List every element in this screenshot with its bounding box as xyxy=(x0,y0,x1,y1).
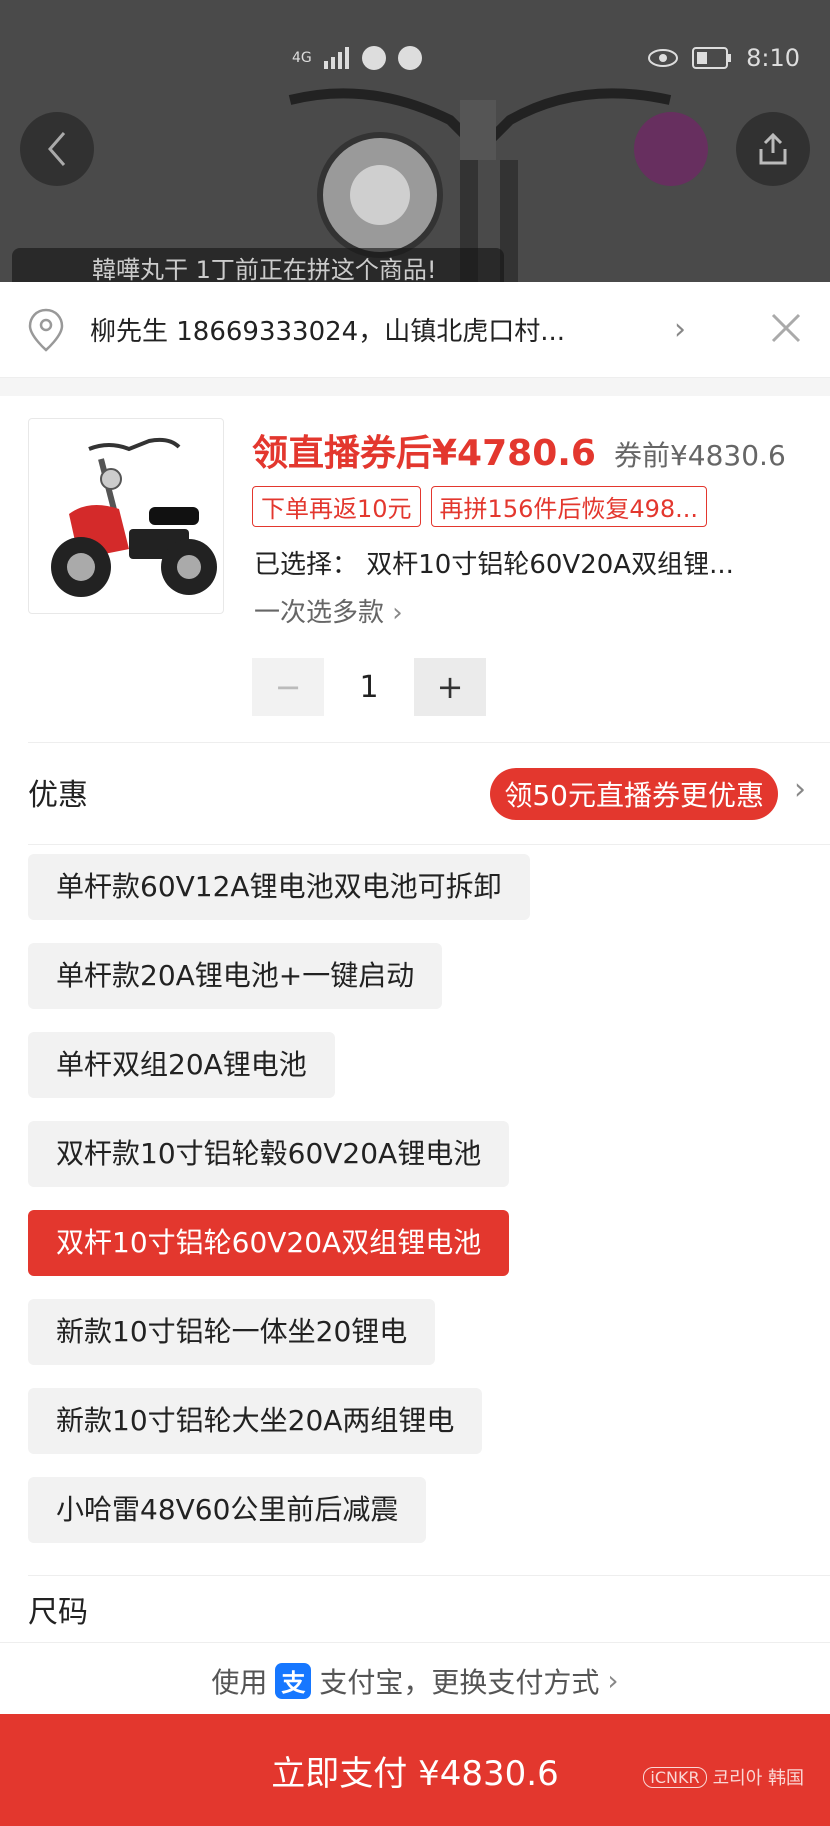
eye-icon xyxy=(648,49,679,67)
live-banner-text: 韓嘩丸干 1丁前正在拼这个商品! xyxy=(92,256,437,284)
chevron-right-icon: › xyxy=(674,312,686,347)
app-notification-icon-2 xyxy=(397,46,422,70)
chevron-right-icon: › xyxy=(392,598,403,628)
network-label: 4G xyxy=(292,50,312,66)
close-icon xyxy=(771,313,801,342)
price-before-coupon: 券前¥4830.6 xyxy=(613,439,786,472)
divider xyxy=(28,1575,830,1576)
promo-row[interactable]: 优惠 领50元直播券更优惠 › xyxy=(0,742,830,842)
payment-prefix: 使用 xyxy=(211,1665,268,1699)
variant-option[interactable]: 单杆款60V12A锂电池双电池可拆卸 xyxy=(28,854,530,920)
variant-option[interactable]: 单杆款20A锂电池+一键启动 xyxy=(28,943,443,1009)
share-icon xyxy=(759,132,787,165)
section-gap xyxy=(0,378,830,396)
chevron-left-icon xyxy=(48,132,66,166)
scooter-image xyxy=(51,437,217,597)
size-section-label: 尺码 xyxy=(28,1595,88,1630)
address-row[interactable]: 柳先生 18669333024，山镇北虎口村... › xyxy=(0,282,830,378)
quantity-value[interactable]: 1 xyxy=(324,670,414,705)
live-banner: 韓嘩丸干 1丁前正在拼这个商品! xyxy=(12,248,504,285)
promo-label: 优惠 xyxy=(28,778,88,813)
variant-option[interactable]: 单杆双组20A锂电池 xyxy=(28,1032,335,1098)
quantity-stepper: − 1 + xyxy=(252,658,486,716)
background-overlay: 4G 8:10 韓嘩丸干 1丁前正在拼这个商品! xyxy=(0,0,830,285)
location-icon xyxy=(28,308,64,352)
chevron-right-icon: › xyxy=(794,772,806,807)
status-bar: 4G 8:10 xyxy=(0,40,830,80)
purchase-sheet: 柳先生 18669333024，山镇北虎口村... › 领直播券后¥4780.6 xyxy=(0,282,830,1826)
multi-select-label: 一次选多款 xyxy=(254,598,385,628)
share-button[interactable] xyxy=(736,112,810,186)
payment-method-row[interactable]: 使用 支 支付宝，更换支付方式 › xyxy=(0,1642,830,1718)
back-button[interactable] xyxy=(20,112,94,186)
signal-icon xyxy=(323,47,349,69)
live-avatar-button[interactable] xyxy=(634,112,708,186)
increase-button[interactable]: + xyxy=(414,658,486,716)
chevron-right-icon: › xyxy=(607,1664,619,1697)
multi-select-link[interactable]: 一次选多款 › xyxy=(254,592,403,629)
coupon-pill-button[interactable]: 领50元直播券更优惠 xyxy=(490,768,778,820)
selected-variant: 已选择： 双杆10寸铝轮60V20A双组锂... xyxy=(254,550,734,580)
watermark: iCNKR 코리아 韩国 xyxy=(643,1764,804,1790)
price-line: 领直播券后¥4780.6 券前¥4830.6 xyxy=(252,424,812,476)
alipay-icon: 支 xyxy=(275,1662,312,1699)
payment-method-text: 支付宝，更换支付方式 xyxy=(319,1665,600,1699)
variant-option[interactable]: 新款10寸铝轮大坐20A两组锂电 xyxy=(28,1388,483,1454)
variant-option[interactable]: 双杆款10寸铝轮毂60V20A锂电池 xyxy=(28,1121,510,1187)
pay-now-label: 立即支付 ¥4830.6 xyxy=(271,1753,559,1794)
product-thumbnail[interactable] xyxy=(28,418,224,614)
price-after-coupon: 领直播券后¥4780.6 xyxy=(252,433,596,474)
group-buy-tag: 再拼156件后恢复498... xyxy=(430,486,708,527)
promo-tags: 下单再返10元 再拼156件后恢复498... xyxy=(252,486,708,527)
decrease-button[interactable]: − xyxy=(252,658,324,716)
address-text: 柳先生 18669333024，山镇北虎口村... xyxy=(90,317,566,347)
variant-option-selected[interactable]: 双杆10寸铝轮60V20A双组锂电池 xyxy=(28,1210,510,1276)
watermark-logo: iCNKR xyxy=(643,1766,707,1788)
status-time: 8:10 xyxy=(746,44,800,72)
variant-option[interactable]: 新款10寸铝轮一体坐20锂电 xyxy=(28,1299,436,1365)
cashback-tag: 下单再返10元 xyxy=(252,486,421,527)
close-button[interactable] xyxy=(770,312,802,348)
app-notification-icon xyxy=(361,46,386,70)
watermark-text: 코리아 韩国 xyxy=(712,1768,804,1789)
variant-option[interactable]: 小哈雷48V60公里前后减震 xyxy=(28,1477,427,1543)
divider xyxy=(28,844,830,845)
battery-icon xyxy=(692,47,732,69)
